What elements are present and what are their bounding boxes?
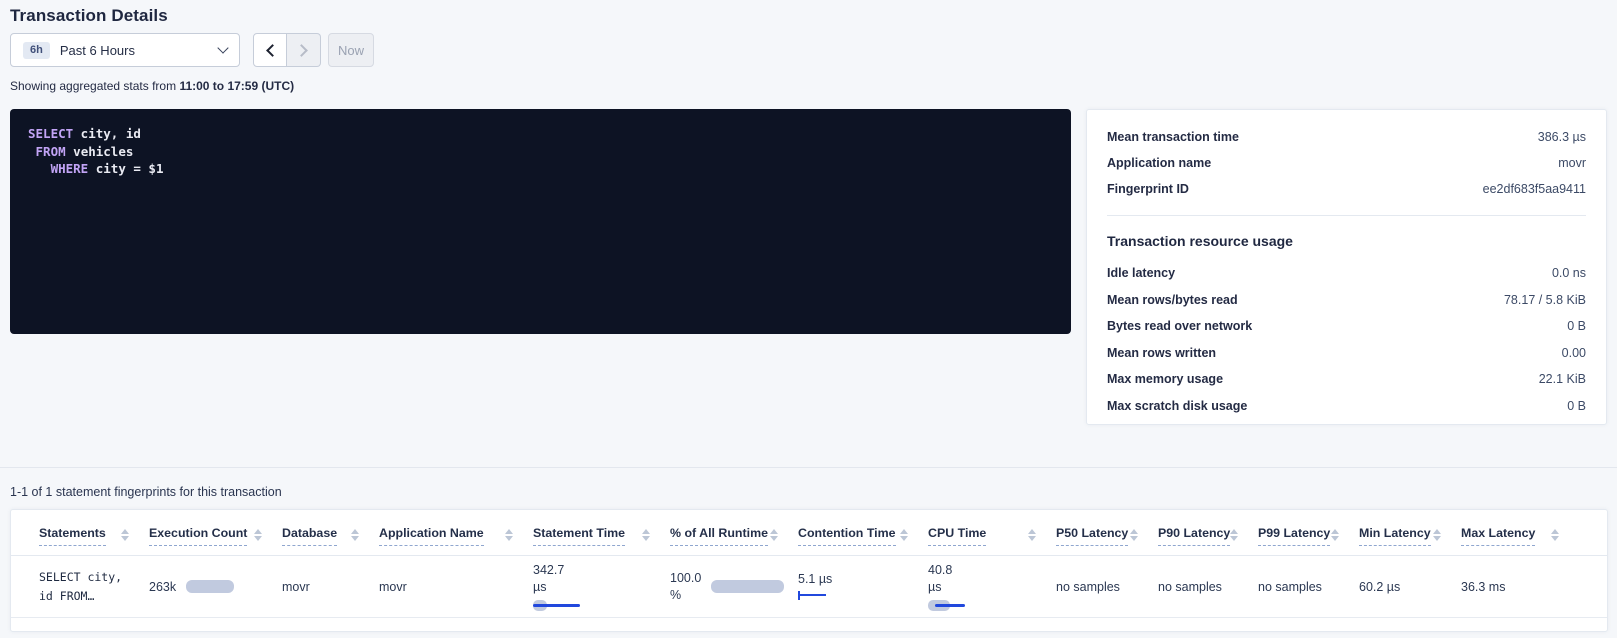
cell-p90-latency: no samples: [1158, 580, 1258, 594]
sql-line: FROM vehicles: [28, 143, 1053, 161]
sql-keyword: WHERE: [51, 161, 89, 176]
statements-table: Statements Execution Count Database Appl…: [10, 509, 1608, 632]
column-header-database[interactable]: Database: [282, 526, 379, 555]
cell-statement-time: 342.7 µs: [533, 562, 670, 612]
section-divider: [0, 467, 1617, 468]
sort-icon[interactable]: [770, 529, 778, 541]
sql-keyword: SELECT: [28, 126, 73, 141]
sort-icon[interactable]: [351, 529, 359, 541]
cell-min-latency: 60.2 µs: [1359, 580, 1461, 594]
sql-line: SELECT city, id: [28, 125, 1053, 143]
sort-icon[interactable]: [1130, 529, 1138, 541]
summary-row-bytes-read-over-network: Bytes read over network 0 B: [1107, 313, 1586, 340]
cpu-time-bar: [928, 599, 968, 612]
sort-icon[interactable]: [1028, 529, 1036, 541]
aggregated-stats-caption: Showing aggregated stats from 11:00 to 1…: [10, 79, 294, 93]
column-header-p50-latency[interactable]: P50 Latency: [1056, 526, 1158, 555]
cell-p50-latency: no samples: [1056, 580, 1158, 594]
column-header-contention-time[interactable]: Contention Time: [798, 526, 928, 555]
time-interval-label: Past 6 Hours: [60, 43, 219, 58]
sort-icon[interactable]: [505, 529, 513, 541]
aggregated-stats-prefix: Showing aggregated stats from: [10, 79, 179, 93]
summary-row-mean-rows-written: Mean rows written 0.00: [1107, 340, 1586, 367]
column-header-max-latency[interactable]: Max Latency: [1461, 526, 1579, 555]
aggregated-stats-range: 11:00 to 17:59 (UTC): [179, 79, 294, 93]
cell-cpu-time: 40.8 µs: [928, 562, 1056, 612]
summary-row-application-name: Application name movr: [1107, 150, 1586, 176]
cell-execution-count: 263k: [149, 580, 282, 594]
cell-pct-of-all-runtime: 100.0 %: [670, 570, 798, 604]
column-header-statement-time[interactable]: Statement Time: [533, 526, 670, 555]
resource-usage-heading: Transaction resource usage: [1107, 226, 1586, 256]
column-header-p99-latency[interactable]: P99 Latency: [1258, 526, 1359, 555]
cell-p99-latency: no samples: [1258, 580, 1359, 594]
statement-link[interactable]: SELECT city,id FROM…: [39, 568, 135, 606]
cell-database: movr: [282, 580, 379, 594]
table-row: SELECT city,id FROM… 263k movr movr 342.…: [11, 556, 1607, 618]
sql-keyword: FROM: [36, 144, 66, 159]
summary-row-idle-latency: Idle latency 0.0 ns: [1107, 260, 1586, 287]
summary-row-fingerprint-id: Fingerprint ID ee2df683f5aa9411: [1107, 176, 1586, 202]
column-header-application-name[interactable]: Application Name: [379, 526, 533, 555]
transaction-summary-panel: Mean transaction time 386.3 µs Applicati…: [1086, 109, 1607, 425]
cell-application-name: movr: [379, 580, 533, 594]
summary-row-max-memory-usage: Max memory usage 22.1 KiB: [1107, 366, 1586, 393]
previous-interval-button[interactable]: [253, 33, 287, 67]
sql-statement-box: SELECT city, id FROM vehicles WHERE city…: [10, 109, 1071, 334]
column-header-p90-latency[interactable]: P90 Latency: [1158, 526, 1258, 555]
chevron-down-icon: [217, 42, 228, 53]
sort-icon[interactable]: [1230, 529, 1238, 541]
execution-count-bar: [186, 580, 234, 593]
page-title: Transaction Details: [10, 6, 168, 26]
column-header-execution-count[interactable]: Execution Count: [149, 526, 282, 555]
chevron-right-icon: [295, 44, 308, 57]
fingerprints-caption: 1-1 of 1 statement fingerprints for this…: [10, 485, 282, 499]
contention-time-bar: [798, 590, 830, 602]
pct-runtime-bar: [711, 580, 784, 593]
cell-max-latency: 36.3 ms: [1461, 580, 1579, 594]
statement-time-bar: [533, 599, 581, 612]
next-interval-button[interactable]: [287, 33, 321, 67]
summary-row-max-scratch-disk-usage: Max scratch disk usage 0 B: [1107, 393, 1586, 420]
summary-row-mean-transaction-time: Mean transaction time 386.3 µs: [1107, 124, 1586, 150]
column-header-pct-of-all-runtime[interactable]: % of All Runtime: [670, 526, 798, 555]
sort-icon[interactable]: [121, 529, 129, 541]
sort-icon[interactable]: [1331, 529, 1339, 541]
sort-icon[interactable]: [1433, 529, 1441, 541]
sort-icon[interactable]: [1551, 529, 1559, 541]
column-header-min-latency[interactable]: Min Latency: [1359, 526, 1461, 555]
chevron-left-icon: [266, 44, 279, 57]
time-interval-badge: 6h: [23, 42, 50, 59]
column-header-cpu-time[interactable]: CPU Time: [928, 526, 1056, 555]
resource-usage-rows: Idle latency 0.0 ns Mean rows/bytes read…: [1107, 260, 1586, 419]
sort-icon[interactable]: [642, 529, 650, 541]
cell-contention-time: 5.1 µs: [798, 572, 928, 602]
cell-statements: SELECT city,id FROM…: [39, 568, 149, 606]
sort-icon[interactable]: [254, 529, 262, 541]
sql-line: WHERE city = $1: [28, 160, 1053, 178]
summary-row-mean-rows-bytes-read: Mean rows/bytes read 78.17 / 5.8 KiB: [1107, 287, 1586, 314]
sort-icon[interactable]: [900, 529, 908, 541]
time-interval-dropdown[interactable]: 6h Past 6 Hours: [10, 33, 240, 67]
time-arrow-group: [253, 33, 321, 67]
transaction-details-page: Transaction Details 6h Past 6 Hours Now …: [0, 0, 1617, 638]
statements-table-header: Statements Execution Count Database Appl…: [11, 510, 1607, 556]
column-header-statements[interactable]: Statements: [39, 526, 149, 555]
summary-divider: [1107, 215, 1586, 216]
now-button[interactable]: Now: [328, 33, 374, 67]
